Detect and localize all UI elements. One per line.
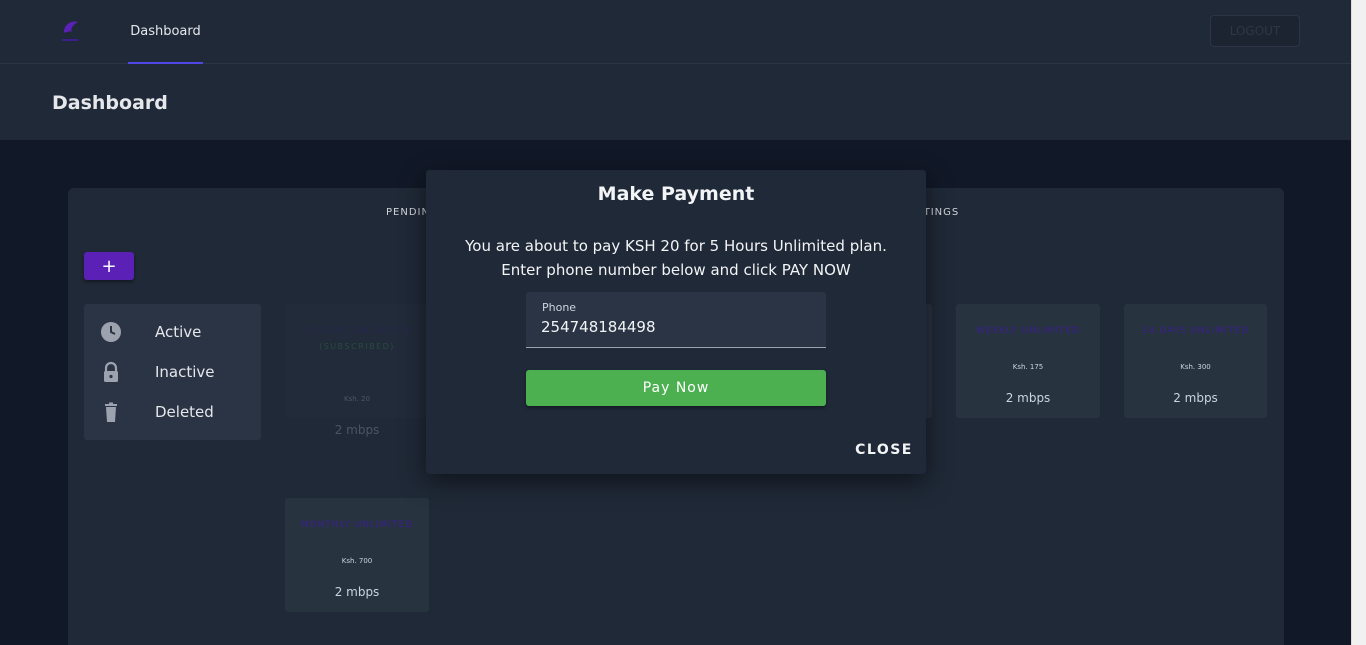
close-label: CLOSE [855,442,913,458]
plan-tile-5-hours[interactable]: 5 HOURS UNLIMITED (SUBSCRIBED) Ksh. 20 2… [285,304,429,437]
subscribed-badge: (SUBSCRIBED) [319,342,395,351]
dialog-message: You are about to pay KSH 20 for 5 Hours … [446,234,906,282]
plan-name: MONTHLY UNLIMITED [300,520,414,530]
plan-tile-monthly[interactable]: MONTHLY UNLIMITED Ksh. 700 2 mbps [285,498,429,612]
plan-speed: 2 mbps [1005,391,1051,405]
plan-price: Ksh. 700 [341,557,373,565]
plan-speed: 2 mbps [1173,391,1218,405]
phone-input[interactable] [541,318,811,336]
side-item-label: Deleted [155,403,214,421]
dialog-message-line: You are about to pay KSH 20 for 5 Hours … [465,237,887,255]
nav-tab-label: Dashboard [130,23,201,39]
page-title: Dashboard [52,92,168,114]
nav-tab-dashboard[interactable]: Dashboard [128,0,203,64]
add-plan-button[interactable]: + [84,252,134,280]
side-item-label: Active [155,323,202,341]
plan-speed: 2 mbps [334,423,380,437]
close-button[interactable]: CLOSE [852,438,916,462]
payment-dialog: Make Payment You are about to pay KSH 20… [426,170,926,474]
side-item-label: Inactive [155,363,215,381]
plan-tile-14-days[interactable]: 14 DAYS UNLIMITED Ksh. 300 2 mbps [1124,304,1267,418]
plan-price: Ksh. 175 [1012,363,1044,371]
logo-icon[interactable] [56,16,84,46]
plan-price: Ksh. 300 [1180,363,1211,371]
side-item-inactive[interactable]: Inactive [84,352,261,392]
plan-speed: 2 mbps [334,585,380,599]
side-item-active[interactable]: Active [84,312,261,352]
plan-tile-weekly[interactable]: WEEKLY UNLIMITED Ksh. 175 2 mbps [956,304,1100,418]
dialog-message-line: Enter phone number below and click PAY N… [501,261,851,279]
pay-now-label: Pay Now [642,380,710,396]
clock-icon [101,322,121,342]
logout-button[interactable]: LOGOUT [1210,15,1300,47]
side-item-deleted[interactable]: Deleted [84,392,261,432]
page-scrollbar[interactable] [1351,0,1366,645]
logout-label: LOGOUT [1229,24,1281,38]
pay-now-button[interactable]: Pay Now [526,370,826,406]
side-menu: Active Inactive Deleted [84,304,261,440]
dialog-title: Make Payment [597,183,755,205]
plan-name: WEEKLY UNLIMITED [976,326,1080,336]
phone-field[interactable]: Phone [526,292,826,348]
lock-icon [104,361,118,382]
page-header: Dashboard [0,64,1351,140]
plan-name: 5 HOURS UNLIMITED [301,326,413,336]
trash-icon [105,402,117,422]
plan-name: 14 DAYS UNLIMITED [1141,326,1250,336]
add-plan-label: + [101,255,117,277]
plan-price: Ksh. 20 [343,395,371,403]
top-navbar: Dashboard LOGOUT [0,0,1351,64]
phone-label: Phone [542,301,577,314]
